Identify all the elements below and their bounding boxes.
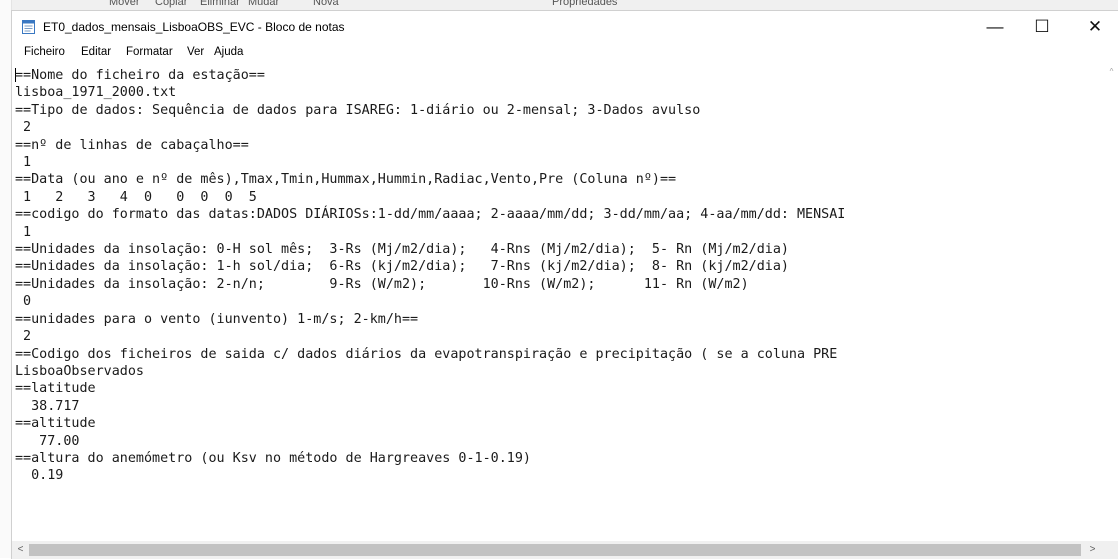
background-explorer-ribbon: Mover Copiar Eliminar Mudar Nova Proprie… [0, 0, 1118, 10]
ribbon-label: Copiar [155, 0, 188, 8]
document-line: ==latitude [15, 381, 96, 397]
scroll-right-arrow-icon[interactable]: > [1084, 541, 1101, 559]
vertical-scrollbar[interactable]: ^ [1104, 63, 1118, 541]
ribbon-label: Mudar [248, 0, 280, 8]
document-line: ==Codigo dos ficheiros de saida c/ dados… [15, 346, 838, 362]
document-line: LisboaObservados [15, 363, 144, 379]
document-line: 38.717 [15, 398, 80, 414]
menu-formatar[interactable]: Formatar [126, 46, 173, 58]
document-line: ==unidades para o vento (iunvento) 1-m/s… [15, 311, 419, 327]
document-line: 0.19 [15, 468, 64, 484]
document-line: ==Data (ou ano e nº de mês),Tmax,Tmin,Hu… [15, 172, 677, 188]
close-button[interactable]: ✕ [1072, 11, 1118, 43]
menu-ficheiro[interactable]: Ficheiro [24, 46, 65, 58]
menu-ajuda[interactable]: Ajuda [214, 46, 243, 58]
document-line: ==Nome do ficheiro da estação== [15, 68, 265, 83]
document-line: ==altitude [15, 416, 96, 432]
horizontal-scroll-thumb[interactable] [29, 544, 1081, 556]
notepad-window: ET0_dados_mensais_LisboaOBS_EVC - Bloco … [11, 10, 1118, 559]
document-line: ==Unidades da insolação: 0-H sol mês; 3-… [15, 242, 789, 258]
document-line: 1 [15, 224, 32, 240]
scrollbar-corner [1104, 541, 1118, 559]
text-editor-area[interactable]: ==Nome do ficheiro da estação== lisboa_19… [12, 63, 1104, 541]
ribbon-label: Mover [109, 0, 140, 8]
document-line: 1 2 3 4 0 0 0 0 5 [15, 189, 257, 205]
ribbon-label: Eliminar [200, 0, 240, 8]
ribbon-label: Propriedades [552, 0, 618, 8]
document-line: ==Unidades da insolação: 1-h sol/dia; 6-… [15, 259, 789, 275]
scroll-left-arrow-icon[interactable]: < [12, 541, 29, 559]
document-line: 1 [15, 155, 32, 171]
document-line: ==Tipo de dados: Sequência de dados para… [15, 102, 701, 118]
notepad-icon [22, 20, 35, 34]
menu-ver[interactable]: Ver [187, 46, 204, 58]
document-line: 2 [15, 329, 32, 345]
document-text[interactable]: ==Nome do ficheiro da estação== lisboa_19… [15, 67, 845, 485]
document-line: ==nº de linhas de cabaçalho== [15, 137, 249, 153]
horizontal-scrollbar[interactable]: < > [12, 541, 1104, 559]
window-title: ET0_dados_mensais_LisboaOBS_EVC - Bloco … [43, 20, 345, 34]
minimize-button[interactable]: — [972, 11, 1018, 43]
title-bar[interactable]: ET0_dados_mensais_LisboaOBS_EVC - Bloco … [12, 11, 1118, 43]
document-line: 0 [15, 294, 32, 310]
document-line: 2 [15, 120, 32, 136]
document-line: ==altura do anemómetro (ou Ksv no método… [15, 450, 531, 466]
ribbon-label: Nova [313, 0, 339, 8]
document-line: lisboa_1971_2000.txt [15, 85, 177, 101]
menu-bar: Ficheiro Editar Formatar Ver Ajuda [12, 43, 1118, 63]
document-line: 77.00 [15, 433, 80, 449]
menu-editar[interactable]: Editar [81, 46, 111, 58]
maximize-button[interactable]: ☐ [1019, 11, 1065, 43]
document-line: ==codigo do formato das datas:DADOS DIÁR… [15, 207, 846, 223]
document-line: ==Unidades da insolação: 2-n/n; 9-Rs (W/… [15, 276, 749, 292]
scroll-up-arrow-icon[interactable]: ^ [1104, 65, 1118, 79]
